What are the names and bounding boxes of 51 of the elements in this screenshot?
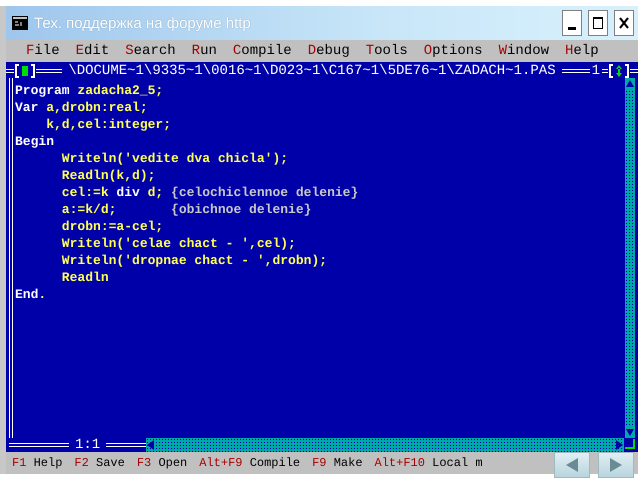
minimize-button[interactable] (562, 10, 582, 36)
menu-item[interactable]: Run (192, 43, 217, 59)
code-line: Begin (15, 133, 56, 150)
menu-item[interactable]: Tools (366, 43, 408, 59)
code-line: Writeln('dropnae chact - ',drobn); (60, 252, 328, 269)
vertical-scrollbar[interactable] (625, 78, 635, 438)
code-line: drobn:=a-cel; (60, 218, 164, 235)
window-number: 1 (590, 63, 601, 79)
menu-item[interactable]: Search (125, 43, 176, 59)
code-line: Writeln('vedite dva chicla'); (60, 150, 290, 167)
status-item[interactable]: F2 Save (74, 456, 125, 470)
horizontal-scrollbar[interactable] (146, 438, 624, 452)
next-slide-button[interactable] (598, 452, 634, 478)
file-path: \DOCUME~1\9335~1\0016~1\D023~1\C167~1\5DE76~1\ZADACH~1.PAS (67, 63, 557, 79)
menu-item[interactable]: Options (424, 43, 483, 59)
previous-slide-button[interactable] (554, 452, 590, 478)
status-item[interactable]: F9 Make (312, 456, 363, 470)
status-item[interactable]: F1 Help (12, 456, 62, 470)
code-line: Program zadacha2_5; (15, 82, 164, 99)
scroll-up-icon[interactable] (625, 78, 635, 90)
code-line: cel:=k div d; {celochiclennoe delenie} (60, 184, 360, 201)
resize-corner-icon[interactable] (624, 438, 638, 452)
status-item[interactable]: F3 Open (136, 456, 188, 470)
close-button[interactable] (614, 10, 634, 36)
code-line: Readln (60, 269, 110, 286)
status-item[interactable]: Alt+F9 Compile (199, 456, 300, 470)
menu-item[interactable]: Compile (232, 43, 292, 59)
code-line: k,d,cel:integer; (45, 116, 172, 133)
maximize-button[interactable] (588, 10, 608, 36)
menu-item[interactable]: Debug (308, 43, 350, 59)
menu-item[interactable]: Help (565, 43, 599, 59)
code-line: Var a,drobn:real; (15, 99, 149, 116)
menu-item[interactable]: File (26, 43, 60, 59)
close-icon (618, 16, 630, 30)
code-line: a:=k/d; {obichnoe delenie} (60, 201, 312, 218)
cursor-position: 1:1 (74, 437, 102, 453)
window-title: Тех. поддержка на форуме http (34, 14, 252, 32)
maximize-icon (592, 16, 604, 30)
code-line: Writeln('celae chact - ',cel); (60, 235, 297, 252)
status-item[interactable]: Alt+F10 Local m (374, 456, 483, 470)
code-line: Readln(k,d); (60, 167, 156, 184)
minimize-icon (568, 26, 576, 30)
code-line: End. (15, 286, 48, 303)
zoom-icon[interactable] (608, 64, 630, 78)
console-icon (12, 16, 28, 30)
scroll-right-icon[interactable] (614, 439, 624, 451)
scroll-left-icon[interactable] (146, 439, 156, 451)
window-close-icon[interactable] (14, 64, 36, 78)
scroll-down-icon[interactable] (625, 426, 635, 438)
menu-item[interactable]: Window (498, 43, 549, 59)
menu-item[interactable]: Edit (76, 43, 110, 59)
